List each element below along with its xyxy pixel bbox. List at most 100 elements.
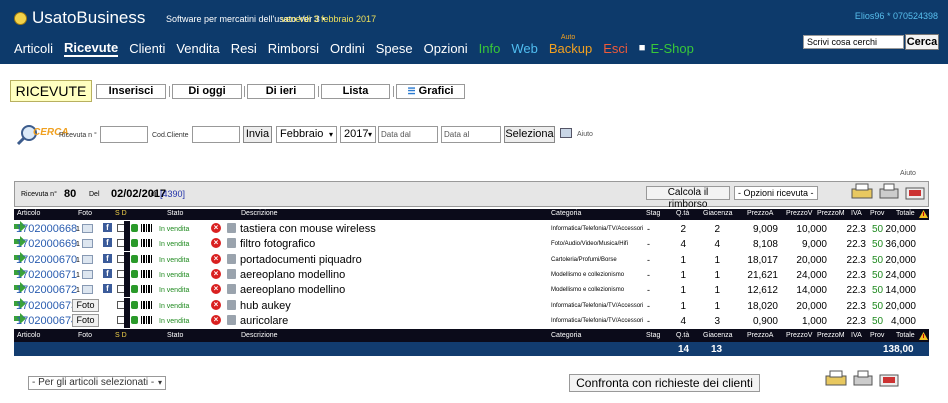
nav-vendita[interactable]: Vendita — [176, 41, 219, 56]
photo-icon[interactable] — [82, 285, 93, 295]
stag: - — [647, 269, 650, 280]
facebook-icon[interactable]: f — [103, 238, 112, 248]
inserisci-button[interactable]: Inserisci — [96, 84, 166, 99]
trash-icon[interactable] — [227, 299, 236, 310]
trash-icon[interactable] — [227, 253, 236, 264]
cliente-input[interactable] — [192, 126, 240, 143]
trash-icon[interactable] — [227, 268, 236, 279]
trash-icon[interactable] — [227, 314, 236, 325]
nav-opzioni[interactable]: Opzioni — [424, 41, 468, 56]
calculator-icon[interactable] — [560, 128, 572, 138]
nav-info[interactable]: Info — [479, 41, 501, 56]
printer-receipt-icon[interactable] — [877, 183, 901, 201]
facebook-icon[interactable]: f — [103, 284, 112, 294]
barcode-icon[interactable] — [141, 239, 153, 248]
totale: 4,000 — [890, 315, 916, 327]
confronta-button[interactable]: Confronta con richieste dei clienti — [569, 374, 760, 392]
category: Informatica/Telefonia/TV/Accessori — [551, 317, 644, 324]
delete-icon[interactable]: × — [211, 284, 221, 295]
delete-icon[interactable]: × — [211, 238, 221, 249]
facebook-icon[interactable]: f — [103, 268, 112, 278]
trash-icon[interactable] — [227, 223, 236, 233]
nav-spese[interactable]: Spese — [376, 41, 413, 56]
printer-label-icon[interactable] — [903, 183, 927, 201]
lista-button[interactable]: Lista — [321, 84, 390, 99]
photo-icon[interactable] — [82, 254, 93, 264]
nav-clienti[interactable]: Clienti — [129, 41, 165, 56]
delete-icon[interactable]: × — [211, 299, 221, 310]
photo-count: 1 — [76, 226, 80, 233]
photo-icon[interactable] — [82, 239, 93, 249]
delete-icon[interactable]: × — [211, 314, 221, 325]
warning-icon — [919, 332, 928, 340]
delete-icon[interactable]: × — [211, 253, 221, 264]
opzioni-ricevuta-select[interactable]: - Opzioni ricevuta - — [734, 186, 818, 200]
article-code-link[interactable]: 1702000674 — [16, 315, 77, 327]
nav-rimborsi[interactable]: Rimborsi — [268, 41, 319, 56]
trash-icon[interactable] — [227, 284, 236, 295]
grafici-button[interactable]: ☰ Grafici — [396, 84, 465, 99]
search-button[interactable]: Cerca — [905, 34, 939, 50]
add-photo-button[interactable]: Foto — [72, 313, 99, 327]
article-code-link[interactable]: 1702000670 — [16, 254, 77, 266]
invia-button[interactable]: Invia — [243, 126, 272, 143]
barcode-icon[interactable] — [141, 224, 153, 232]
nav-ordini[interactable]: Ordini — [330, 41, 365, 56]
aiuto-link[interactable]: Aiuto — [900, 170, 916, 177]
iva: 22.3 — [846, 269, 866, 281]
col-prezzov: PrezzoV — [786, 210, 813, 217]
photo-count: 1 — [76, 271, 80, 279]
facebook-icon[interactable]: f — [103, 223, 112, 232]
barcode-icon[interactable] — [141, 315, 153, 324]
article-code-link[interactable]: 1702000669 — [16, 238, 77, 250]
backup-label: Backup — [548, 40, 593, 56]
search-input[interactable]: Scrivi cosa cerchi — [803, 35, 904, 49]
article-code-link[interactable]: 1702000672 — [16, 284, 77, 296]
data-al-input[interactable]: Data al — [441, 126, 501, 143]
qta: 1 — [680, 269, 686, 281]
photo-icon[interactable] — [82, 269, 93, 279]
calcola-rimborso-button[interactable]: Calcola il rimborso — [646, 186, 730, 210]
client-link[interactable]: [4390] — [160, 189, 185, 199]
printer-icon[interactable] — [824, 370, 848, 388]
delete-icon[interactable]: × — [211, 268, 221, 279]
barcode-icon[interactable] — [141, 300, 153, 309]
nav-resi[interactable]: Resi — [231, 41, 257, 56]
data-dal-input[interactable]: Data dal — [378, 126, 438, 143]
user-info[interactable]: Elios96 * 070524398 — [855, 11, 938, 21]
nav-eshop[interactable]: E-Shop — [650, 41, 693, 56]
month-select[interactable]: Febbraio — [276, 126, 337, 143]
barcode-icon[interactable] — [141, 285, 153, 294]
nav-esci[interactable]: Esci — [603, 41, 628, 56]
year-select[interactable]: 2017 — [340, 126, 376, 143]
chart-icon: ☰ — [407, 86, 416, 96]
lock-icon — [131, 224, 138, 232]
ricevuta-input[interactable] — [100, 126, 148, 143]
receipt-number: 80 — [64, 188, 77, 200]
add-photo-button[interactable]: Foto — [72, 298, 99, 312]
trash-icon[interactable] — [227, 238, 236, 249]
printer-receipt-icon[interactable] — [851, 370, 875, 388]
facebook-icon[interactable]: f — [103, 253, 112, 263]
nav-ricevute[interactable]: Ricevute — [64, 40, 119, 57]
di-oggi-button[interactable]: Di oggi — [172, 84, 242, 99]
aiuto-link[interactable]: Aiuto — [577, 131, 593, 138]
barcode-icon[interactable] — [141, 254, 153, 263]
di-ieri-button[interactable]: Di ieri — [247, 84, 315, 99]
barcode-icon[interactable] — [141, 269, 153, 278]
article-code-link[interactable]: 1702000671 — [16, 269, 77, 281]
nav-backup[interactable]: Auto Backup — [548, 34, 593, 56]
col-prezzoa: PrezzoA — [747, 210, 774, 217]
sd-marker — [124, 266, 130, 282]
nav-web[interactable]: Web — [511, 41, 538, 56]
bulk-action-select[interactable]: - Per gli articoli selezionati - — [28, 376, 166, 390]
printer-icon[interactable] — [850, 183, 874, 201]
printer-label-icon[interactable] — [877, 370, 901, 388]
delete-icon[interactable]: × — [211, 223, 221, 233]
article-code-link[interactable]: 1702000673 — [16, 300, 77, 312]
photo-icon[interactable] — [82, 224, 93, 233]
article-code-link[interactable]: 1702000668 — [16, 223, 77, 235]
table-row: 1702000671 1 f In vendita × aereoplano m… — [14, 266, 929, 282]
seleziona-button[interactable]: Seleziona — [504, 126, 555, 143]
nav-articoli[interactable]: Articoli — [14, 41, 53, 56]
